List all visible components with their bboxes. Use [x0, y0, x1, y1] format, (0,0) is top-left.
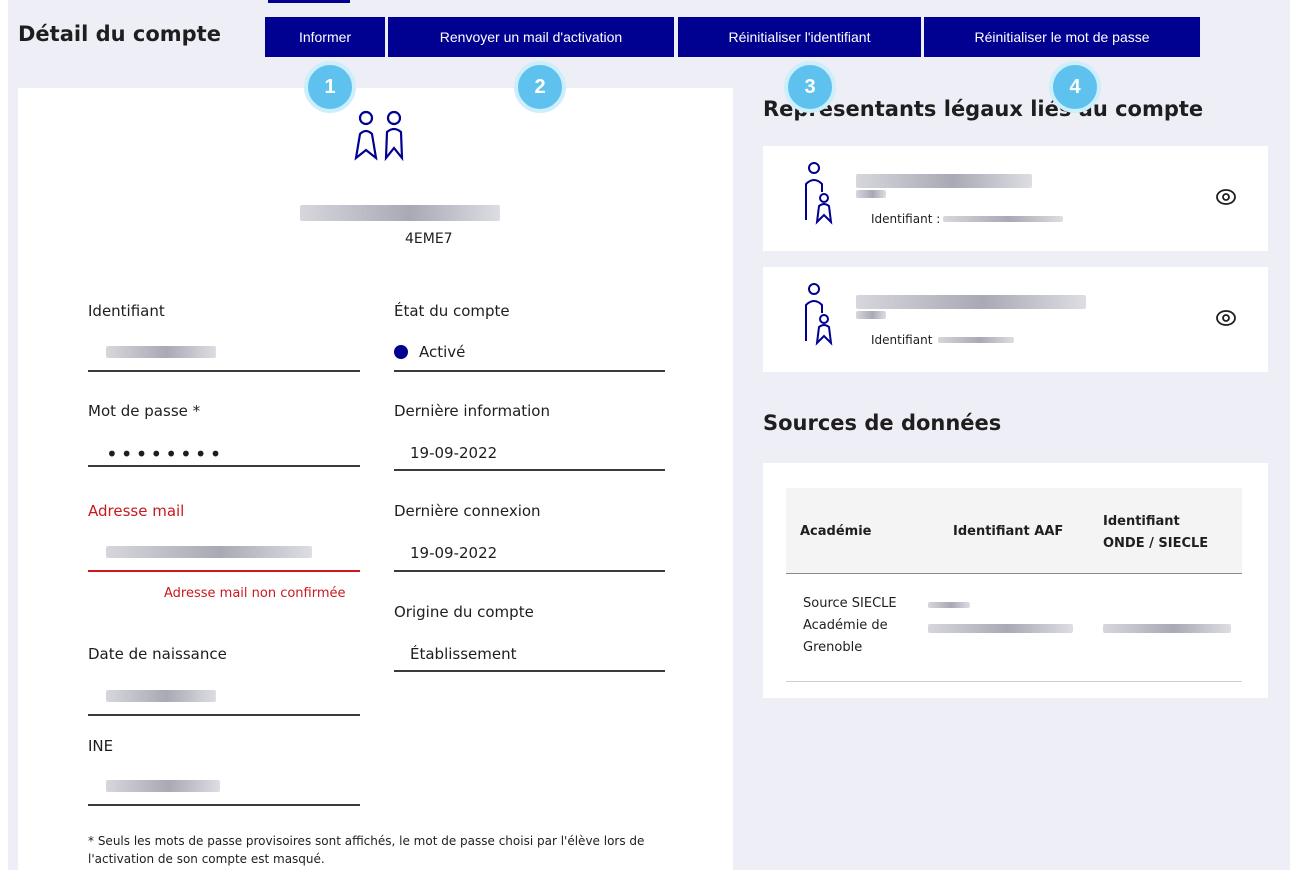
header-divider — [786, 573, 1242, 574]
ine-label: INE — [88, 737, 114, 755]
last-information-value: 19-09-2022 — [410, 444, 498, 462]
step-badge-3: 3 — [784, 61, 836, 113]
password-field[interactable] — [88, 465, 360, 467]
data-sources-table: Académie Identifiant AAF Identifiant OND… — [763, 463, 1268, 698]
students-icon — [354, 110, 404, 162]
account-origin-label: Origine du compte — [394, 603, 534, 621]
last-connection-field — [394, 570, 665, 572]
email-field[interactable] — [88, 570, 360, 572]
representative-identifier-label: Identifiant — [871, 333, 933, 347]
account-state-field — [394, 370, 665, 372]
eye-icon[interactable] — [1215, 307, 1237, 329]
onde-siecle-identifier-redacted — [1103, 624, 1231, 633]
eye-icon[interactable] — [1215, 186, 1237, 208]
step-badge-2: 2 — [514, 61, 566, 113]
representative-name-redacted — [856, 295, 1086, 309]
informer-button[interactable]: Informer — [265, 17, 385, 57]
representative-identifier-label: Identifiant : — [871, 212, 941, 226]
left-strip — [0, 0, 8, 870]
email-label: Adresse mail — [88, 502, 185, 520]
representative-identifier-redacted — [938, 337, 1014, 343]
identifier-value-redacted — [106, 346, 216, 358]
password-label: Mot de passe * — [88, 402, 201, 420]
ine-value-redacted — [106, 780, 220, 792]
row-divider — [786, 681, 1242, 682]
birth-date-value-redacted — [106, 690, 216, 702]
email-value-redacted — [106, 546, 312, 558]
last-information-field — [394, 469, 665, 471]
page-title: Détail du compte — [18, 22, 221, 46]
source-code-redacted — [928, 602, 970, 608]
aaf-identifier-redacted — [928, 624, 1073, 633]
student-class: 4EME7 — [405, 231, 453, 247]
student-name-redacted — [300, 205, 500, 221]
parent-icon — [805, 283, 833, 346]
representative-subtext-redacted — [856, 311, 886, 319]
active-tab-indicator — [268, 0, 350, 3]
parent-icon — [805, 162, 833, 225]
account-origin-field — [394, 670, 665, 672]
account-state-label: État du compte — [394, 302, 510, 320]
identifier-label: Identifiant — [88, 302, 165, 320]
password-footnote: * Seuls les mots de passe provisoires so… — [88, 834, 645, 866]
last-connection-value: 19-09-2022 — [410, 544, 498, 562]
last-information-label: Dernière information — [394, 402, 550, 420]
representative-identifier-redacted — [943, 216, 1063, 222]
representative-name-redacted — [856, 174, 1032, 188]
column-header-academie: Académie — [800, 524, 872, 539]
reset-identifier-button[interactable]: Réinitialiser l'identifiant — [678, 17, 921, 57]
last-connection-label: Dernière connexion — [394, 502, 541, 520]
step-badge-4: 4 — [1049, 61, 1101, 113]
representative-card[interactable]: Identifiant — [763, 267, 1268, 372]
column-header-aaf: Identifiant AAF — [953, 524, 1064, 539]
academie-cell: Source SIECLE Académie de Grenoble — [803, 596, 897, 655]
column-header-onde-siecle: Identifiant ONDE / SIECLE — [1103, 514, 1209, 551]
data-sources-title: Sources de données — [763, 411, 1002, 435]
step-badge-1: 1 — [304, 61, 356, 113]
birth-date-label: Date de naissance — [88, 645, 227, 663]
password-value: •••••••• — [106, 442, 225, 466]
birth-date-field[interactable] — [88, 714, 360, 716]
resend-activation-mail-button[interactable]: Renvoyer un mail d'activation — [388, 17, 674, 57]
email-error-message: Adresse mail non confirmée — [164, 586, 346, 601]
identifier-field[interactable] — [88, 370, 360, 372]
ine-field[interactable] — [88, 804, 360, 806]
status-dot — [394, 345, 408, 359]
representative-subtext-redacted — [856, 190, 886, 198]
representative-card[interactable]: Identifiant : — [763, 146, 1268, 251]
account-origin-value: Établissement — [410, 645, 517, 663]
reset-password-button[interactable]: Réinitialiser le mot de passe — [924, 17, 1200, 57]
account-state-value: Activé — [419, 343, 466, 361]
